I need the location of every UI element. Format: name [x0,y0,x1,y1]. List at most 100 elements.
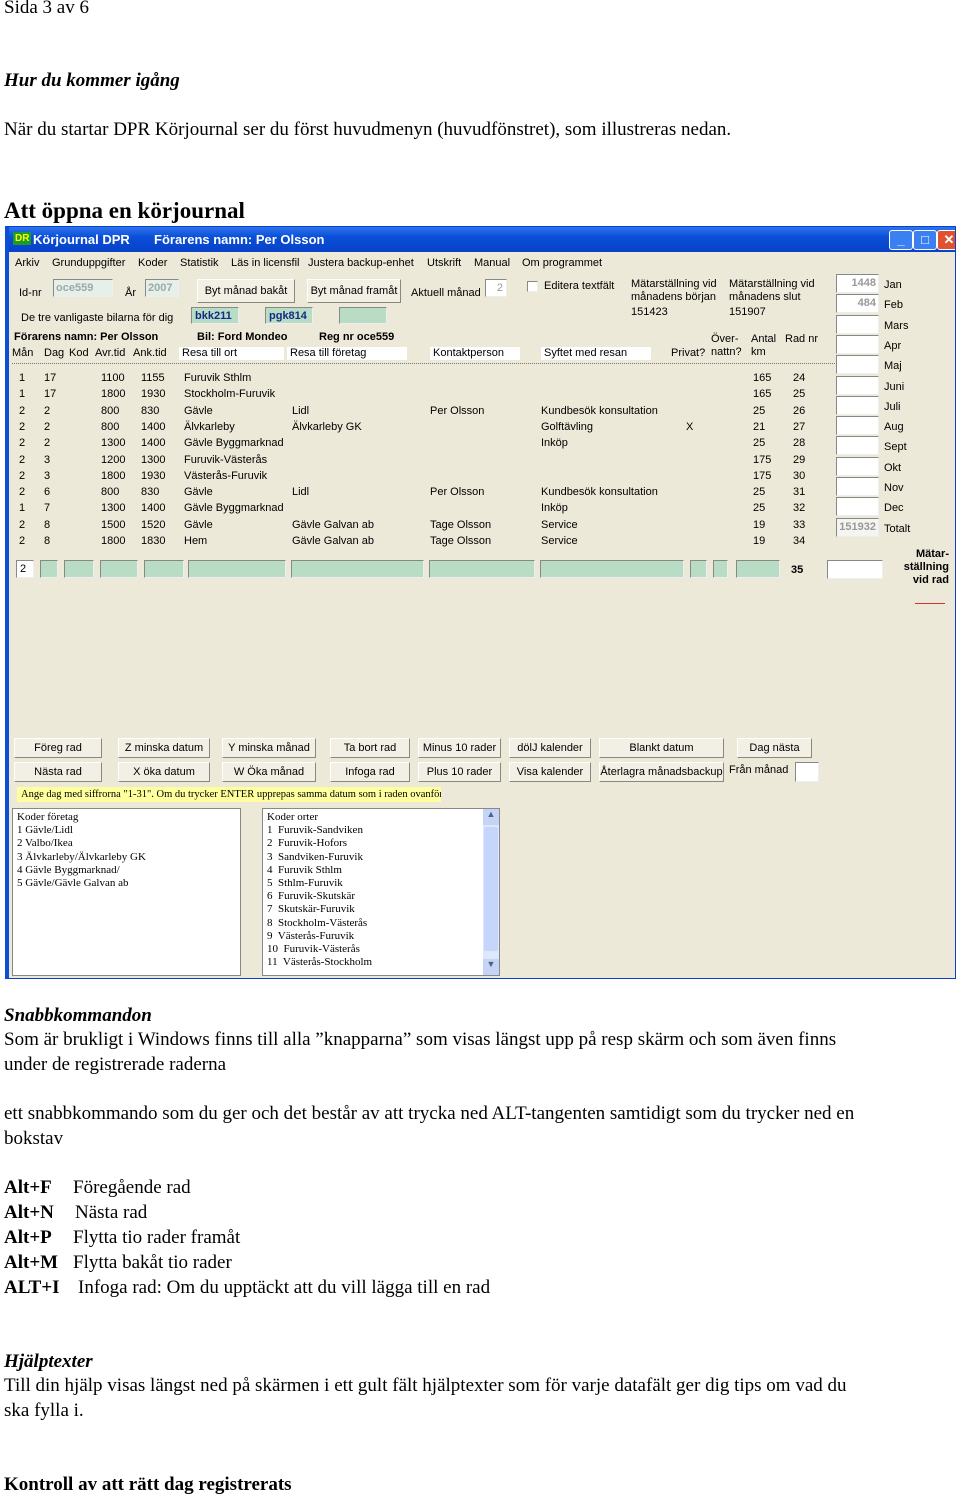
table-row[interactable]: 2 6 800 830 Gävle Lidl Per Olsson Kundbesök kon… [9,485,809,501]
button-row2-4[interactable]: Plus 10 rader [418,762,501,782]
entry-field-4[interactable] [188,560,286,578]
place-code-item[interactable]: 3 Sandviken-Furuvik [267,851,495,864]
shortcut-key: Alt+F [4,1177,52,1198]
month-value-feb[interactable]: 484 [836,294,879,314]
table-row[interactable]: 1 17 1100 1155 Furuvik Sthlm 165 24 [9,371,809,387]
button-row2-0[interactable]: Nästa rad [14,762,102,782]
month-value-nov[interactable] [836,477,879,496]
odometer-row-field[interactable] [827,560,883,579]
table-row[interactable]: 2 2 800 830 Gävle Lidl Per Olsson Kundbesök kon… [9,404,809,420]
month-back-button[interactable]: Byt månad bakåt [197,279,295,303]
button-0[interactable]: Föreg rad [14,738,102,758]
table-row[interactable]: 2 3 1200 1300 Furuvik-Västerås 175 29 [9,453,809,469]
month-value-aug[interactable] [836,416,879,436]
menu-4[interactable]: Läs in licensfil [231,257,299,270]
table-row[interactable]: 2 8 1800 1830 Hem Gävle Galvan ab Tage Olsson S… [9,534,809,550]
entry-field-6[interactable] [429,560,535,578]
menu-3[interactable]: Statistik [180,257,219,270]
current-month-field[interactable]: 2 [497,282,503,295]
table-row[interactable]: 2 8 1500 1520 Gävle Gävle Galvan ab Tage Olsso… [9,518,809,534]
company-code-item[interactable]: 5 Gävle/Gävle Galvan ab [17,877,236,890]
company-code-item[interactable]: 4 Gävle Byggmarknad/ [17,864,236,877]
entry-field-7[interactable] [540,560,684,578]
entry-field-8[interactable] [690,560,707,578]
place-code-item[interactable]: 8 Stockholm-Västerås [267,917,495,930]
place-code-item[interactable]: 10 Furuvik-Västerås [267,943,495,956]
month-value-juni[interactable] [836,375,879,395]
entry-month-field[interactable]: 2 [16,560,34,578]
entry-field-10[interactable] [736,560,780,578]
entry-field-9[interactable] [713,560,728,578]
scroll-thumb[interactable] [484,827,498,951]
place-codes-list[interactable]: Koder orter 1 Furuvik-Sandviken 2 Furuvik-… [262,808,500,976]
place-code-item[interactable]: 11 Västerås-Stockholm [267,956,495,969]
cell: 1800 [101,388,126,401]
company-code-item[interactable]: 1 Gävle/Lidl [17,824,236,837]
month-value-totalt[interactable]: 151932 [836,517,879,537]
month-forward-button[interactable]: Byt månad framåt [307,279,401,303]
close-button[interactable]: ✕ [937,230,955,250]
button-2[interactable]: Y minska månad [222,738,316,758]
company-code-item[interactable]: Koder företag [17,811,236,824]
menu-5[interactable]: Justera backup-enhet [308,257,414,270]
month-value-apr[interactable] [836,334,879,354]
month-value-dec[interactable] [836,497,879,517]
entry-field-1[interactable] [64,560,94,578]
button-1[interactable]: Z minska datum [118,738,210,758]
button-row2-3[interactable]: Infoga rad [330,762,410,782]
button-row2-5[interactable]: Visa kalender [509,762,591,782]
company-code-item[interactable]: 3 Älvkarleby/Älvkarleby GK [17,851,236,864]
month-value-maj[interactable] [836,355,879,375]
month-value-juli[interactable] [836,395,879,415]
scroll-down-icon[interactable]: ▼ [483,959,499,975]
entry-field-0[interactable] [40,560,58,578]
edit-textfields-checkbox[interactable] [527,281,538,292]
car-field-3[interactable] [339,307,387,324]
table-row[interactable]: 1 7 1300 1400 Gävle Byggmarknad Inköp 25 32 [9,501,809,517]
button-7[interactable]: Dag nästa [737,738,812,758]
place-code-item[interactable]: 1 Furuvik-Sandviken [267,824,495,837]
year-field[interactable]: 2007 [148,282,172,295]
month-value-jan[interactable]: 1448 [836,274,879,293]
button-6[interactable]: Blankt datum [599,738,724,758]
entry-field-2[interactable] [100,560,138,578]
menu-7[interactable]: Manual [474,257,510,270]
menu-8[interactable]: Om programmet [522,257,602,270]
month-value-okt[interactable] [836,456,879,476]
menu-0[interactable]: Arkiv [15,257,39,270]
place-code-item[interactable]: 9 Västerås-Furuvik [267,930,495,943]
place-code-item[interactable]: 2 Furuvik-Hofors [267,837,495,850]
scroll-up-icon[interactable]: ▲ [483,809,499,825]
table-row[interactable]: 1 17 1800 1930 Stockholm-Furuvik 165 25 [9,387,809,403]
company-code-item[interactable]: 2 Valbo/Ikea [17,837,236,850]
minimize-button[interactable]: _ [889,230,913,250]
entry-field-5[interactable] [291,560,424,578]
table-row[interactable]: 2 2 1300 1400 Gävle Byggmarknad Inköp 25 28 [9,436,809,452]
place-code-item[interactable]: 5 Sthlm-Furuvik [267,877,495,890]
id-field[interactable]: oce559 [56,282,93,295]
entry-field-3[interactable] [144,560,184,578]
month-value-mars[interactable] [836,314,879,334]
place-code-item[interactable]: 7 Skutskär-Furuvik [267,903,495,916]
button-5[interactable]: dölJ kalender [509,738,591,758]
menu-6[interactable]: Utskrift [427,257,461,270]
button-row2-1[interactable]: X öka datum [118,762,210,782]
menu-2[interactable]: Koder [138,257,167,270]
menu-1[interactable]: Grunduppgifter [52,257,125,270]
month-value-sept[interactable] [836,436,879,456]
place-code-item[interactable]: 4 Furuvik Sthlm [267,864,495,877]
maximize-button[interactable]: □ [913,230,937,250]
places-scrollbar[interactable]: ▲ ▼ [483,809,499,975]
car-field-1[interactable]: bkk211 [195,310,232,323]
button-3[interactable]: Ta bort rad [330,738,410,758]
car-field-2[interactable]: pgk814 [269,310,307,323]
button-row2-6[interactable]: Återlagra månadsbackup [599,762,724,782]
from-month-field[interactable] [795,762,819,782]
company-codes-list[interactable]: Koder företag 1 Gävle/Lidl 2 Valbo/Ikea 3 Ä… [12,808,241,976]
table-row[interactable]: 2 2 800 1400 Älvkarleby Älvkarleby GK Golftävl… [9,420,809,436]
place-code-item[interactable]: Koder orter [267,811,495,824]
table-row[interactable]: 2 3 1800 1930 Västerås-Furuvik 175 30 [9,469,809,485]
button-4[interactable]: Minus 10 rader [418,738,501,758]
button-row2-2[interactable]: W Öka månad [222,762,316,782]
place-code-item[interactable]: 6 Furuvik-Skutskär [267,890,495,903]
